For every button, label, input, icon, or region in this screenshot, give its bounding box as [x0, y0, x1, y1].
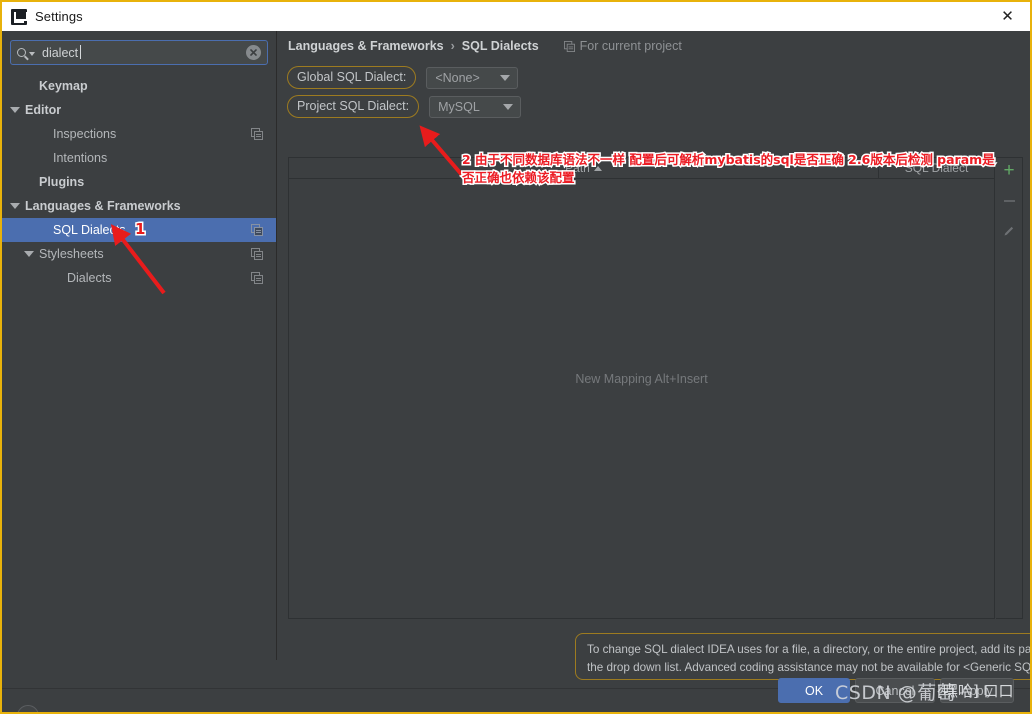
copy-icon[interactable] — [251, 248, 263, 260]
copy-icon[interactable] — [251, 272, 263, 284]
clear-icon[interactable] — [246, 45, 261, 60]
copy-icon — [563, 40, 575, 52]
table-empty-hint: New Mapping Alt+Insert — [575, 371, 708, 386]
sidebar-item-dialects[interactable]: Dialects — [2, 266, 276, 290]
annotation-marker-1: 1 — [133, 219, 147, 240]
project-dialect-label: Project SQL Dialect: — [287, 95, 420, 118]
sidebar-item-label: Inspections — [53, 127, 117, 141]
title-bar: Settings ✕ — [2, 2, 1030, 31]
chevron-down-icon — [503, 103, 514, 110]
scope-note-label: For current project — [579, 39, 682, 53]
pencil-icon — [1004, 226, 1014, 236]
sidebar-item-keymap[interactable]: Keymap — [2, 74, 276, 98]
cancel-button[interactable]: Cancel — [855, 678, 935, 703]
global-dialect-label: Global SQL Dialect: — [287, 66, 417, 89]
search-field[interactable]: dialect — [10, 40, 268, 65]
project-dialect-value: MySQL — [438, 99, 480, 114]
sidebar-item-inspections[interactable]: Inspections — [2, 122, 276, 146]
dialog-content: dialect Keymap Editor Inspections Intention… — [2, 31, 1030, 712]
project-dialect-select[interactable]: MySQL — [429, 95, 522, 118]
global-dialect-value: <None> — [435, 70, 480, 85]
settings-detail-panel: Languages & Frameworks › SQL Dialects Fo… — [278, 31, 1030, 680]
sidebar-item-languages-frameworks[interactable]: Languages & Frameworks — [2, 194, 276, 218]
chevron-down-icon — [500, 74, 511, 81]
info-hint: To change SQL dialect IDEA uses for a fi… — [575, 633, 1030, 680]
chevron-down-icon[interactable] — [10, 107, 20, 113]
table-toolbar: + — [996, 157, 1023, 619]
chevron-down-icon[interactable] — [10, 203, 20, 209]
window-title: Settings — [35, 9, 83, 24]
scope-note: For current project — [563, 39, 682, 53]
sidebar-item-label: SQL Dialects — [53, 223, 126, 237]
mappings-area: Path SQL Dialect New Mapping Alt+Insert … — [288, 157, 1023, 619]
sidebar-item-label: Intentions — [53, 151, 108, 165]
breadcrumb: Languages & Frameworks › SQL Dialects Fo… — [278, 31, 1030, 61]
sidebar-item-label: Editor — [25, 103, 62, 117]
chevron-down-icon — [29, 52, 35, 56]
sidebar-item-intentions[interactable]: Intentions — [2, 146, 276, 170]
settings-sidebar: dialect Keymap Editor Inspections Intention… — [2, 31, 277, 660]
annotation-text-2: 2 由于不同数据库语法不一样 配置后可解析mybatis的sql是否正确 2.6… — [461, 150, 997, 186]
intellij-idea-logo-icon — [11, 8, 28, 25]
mappings-table: Path SQL Dialect New Mapping Alt+Insert — [288, 157, 995, 619]
apply-button[interactable]: Apply — [940, 678, 1014, 703]
sidebar-item-stylesheets[interactable]: Stylesheets — [2, 242, 276, 266]
settings-tree: Keymap Editor Inspections Intentions Plugins… — [2, 74, 276, 290]
breadcrumb-separator: › — [450, 39, 455, 53]
search-input[interactable]: dialect — [42, 44, 82, 60]
sidebar-item-editor[interactable]: Editor — [2, 98, 276, 122]
breadcrumb-parent[interactable]: Languages & Frameworks — [288, 39, 444, 53]
edit-mapping-button[interactable] — [999, 221, 1019, 241]
breadcrumb-current: SQL Dialects — [461, 39, 539, 53]
search-icon — [17, 48, 35, 57]
copy-icon[interactable] — [251, 224, 263, 236]
global-dialect-select[interactable]: <None> — [426, 66, 519, 89]
sidebar-item-label: Languages & Frameworks — [25, 199, 181, 213]
settings-dialog: Settings ✕ dialect Keymap Editor Inspectio… — [0, 0, 1032, 714]
ok-button[interactable]: OK — [778, 678, 850, 703]
sidebar-item-label: Keymap — [39, 79, 88, 93]
global-dialect-row: Global SQL Dialect: <None> — [287, 63, 1030, 92]
remove-mapping-button[interactable] — [999, 191, 1019, 211]
chevron-down-icon[interactable] — [24, 251, 34, 257]
help-icon[interactable]: ? — [17, 705, 39, 712]
sidebar-item-label: Stylesheets — [39, 247, 104, 261]
sidebar-item-plugins[interactable]: Plugins — [2, 170, 276, 194]
close-icon[interactable]: ✕ — [985, 2, 1030, 31]
dialect-settings: Global SQL Dialect: <None> Project SQL D… — [278, 61, 1030, 121]
sidebar-item-label: Dialects — [67, 271, 112, 285]
sidebar-item-label: Plugins — [39, 175, 85, 189]
copy-icon[interactable] — [251, 128, 263, 140]
project-dialect-row: Project SQL Dialect: MySQL — [287, 92, 1030, 121]
